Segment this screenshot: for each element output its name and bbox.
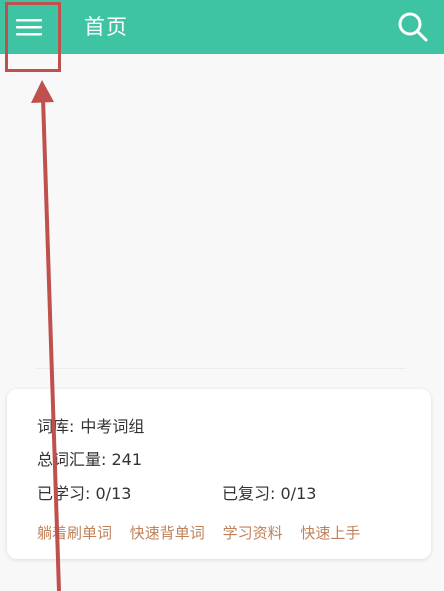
learned-label: 已学习: bbox=[37, 484, 91, 503]
page-title: 首页 bbox=[84, 15, 128, 39]
divider bbox=[36, 368, 406, 369]
quick-links: 躺着刷单词 快速背单词 学习资料 快速上手 bbox=[37, 522, 360, 544]
library-value: 中考词组 bbox=[80, 417, 145, 436]
link-quick-memorize-words[interactable]: 快速背单词 bbox=[130, 524, 205, 542]
top-app-bar: 首页 bbox=[0, 0, 444, 54]
search-button[interactable] bbox=[394, 8, 432, 46]
vocab-label: 总词汇量: bbox=[37, 450, 107, 469]
library-row: 词库: 中考词组 bbox=[37, 416, 144, 438]
vocab-value: 241 bbox=[111, 450, 143, 469]
search-icon bbox=[398, 12, 428, 42]
word-library-card[interactable]: 词库: 中考词组 总词汇量: 241 已学习: 0/13 已复习: 0/13 躺着… bbox=[7, 389, 431, 559]
vocab-count-row: 总词汇量: 241 bbox=[37, 449, 142, 471]
learned-value: 0/13 bbox=[95, 484, 132, 503]
reviewed-value: 0/13 bbox=[280, 484, 317, 503]
reviewed-row: 已复习: 0/13 bbox=[222, 483, 316, 505]
learned-row: 已学习: 0/13 bbox=[37, 483, 131, 505]
reviewed-label: 已复习: bbox=[222, 484, 276, 503]
link-lying-brush-words[interactable]: 躺着刷单词 bbox=[37, 524, 112, 542]
link-quick-start[interactable]: 快速上手 bbox=[300, 524, 360, 542]
link-study-materials[interactable]: 学习资料 bbox=[223, 524, 283, 542]
annotation-highlight-box bbox=[5, 2, 61, 72]
library-label: 词库: bbox=[37, 417, 75, 436]
